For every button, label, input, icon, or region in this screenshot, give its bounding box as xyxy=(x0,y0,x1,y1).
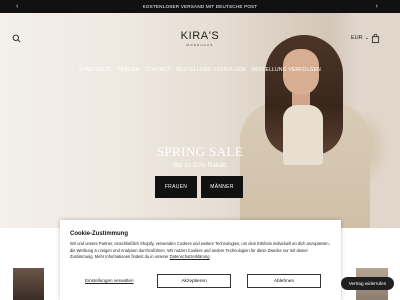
cookie-text: Wir und unsere Partner, einschließlich S… xyxy=(70,241,331,261)
nav-item-startseite[interactable]: STARTSEITE xyxy=(79,67,111,73)
shop-men-button[interactable]: MÄNNER xyxy=(201,176,243,198)
cart-icon[interactable] xyxy=(371,34,380,43)
chevron-right-icon[interactable]: › xyxy=(375,0,378,13)
cookie-consent-dialog: Cookie-Zustimmung Wir und unsere Partner… xyxy=(60,220,341,300)
nav-item-bestellung-verfolgen-2[interactable]: BESTELLUNG VERFOLGEN xyxy=(252,67,321,73)
reject-cookies-button[interactable]: Ablehnen xyxy=(247,274,321,288)
cookie-title: Cookie-Zustimmung xyxy=(70,231,128,237)
chevron-down-icon: ⌄ xyxy=(364,35,370,41)
hero-title: SPRING SALE xyxy=(156,144,244,159)
cookie-actions: Einstellungen verwalten Akzeptieren Able… xyxy=(70,274,332,288)
privacy-policy-link[interactable]: Datenschutzerklärung xyxy=(170,254,210,259)
hero-subtitle: Bis zu 50% Rabatt xyxy=(173,162,227,169)
withdraw-consent-button[interactable]: Vertrag widerrufen xyxy=(341,277,394,290)
logo-main-text: KIRA'S xyxy=(180,30,220,42)
logo-sub-text: MODEHAUS xyxy=(186,43,214,47)
nav-item-bestellung-verfolgen[interactable]: BESTELLUNG VERFOLGEN xyxy=(176,67,245,73)
nav-item-contact[interactable]: CONTACT xyxy=(145,67,170,73)
shop-women-button[interactable]: FRAUEN xyxy=(155,176,197,198)
currency-label: EUR xyxy=(351,35,363,41)
manage-settings-link[interactable]: Einstellungen verwalten xyxy=(85,278,134,283)
site-logo[interactable]: KIRA'S MODEHAUS xyxy=(0,30,400,47)
main-nav: STARTSEITE FRAUEN CONTACT BESTELLUNG VER… xyxy=(0,67,400,73)
currency-selector[interactable]: EUR ⌄ xyxy=(351,35,369,41)
nav-item-frauen[interactable]: FRAUEN xyxy=(117,67,139,73)
announcement-bar: ‹ KOSTENLOSER VERSAND MIT DEUTSCHE POST … xyxy=(0,0,400,13)
announcement-text: KOSTENLOSER VERSAND MIT DEUTSCHE POST xyxy=(142,4,258,9)
chevron-left-icon[interactable]: ‹ xyxy=(16,0,19,13)
accept-cookies-button[interactable]: Akzeptieren xyxy=(157,274,231,288)
product-thumbnail[interactable] xyxy=(13,268,44,300)
